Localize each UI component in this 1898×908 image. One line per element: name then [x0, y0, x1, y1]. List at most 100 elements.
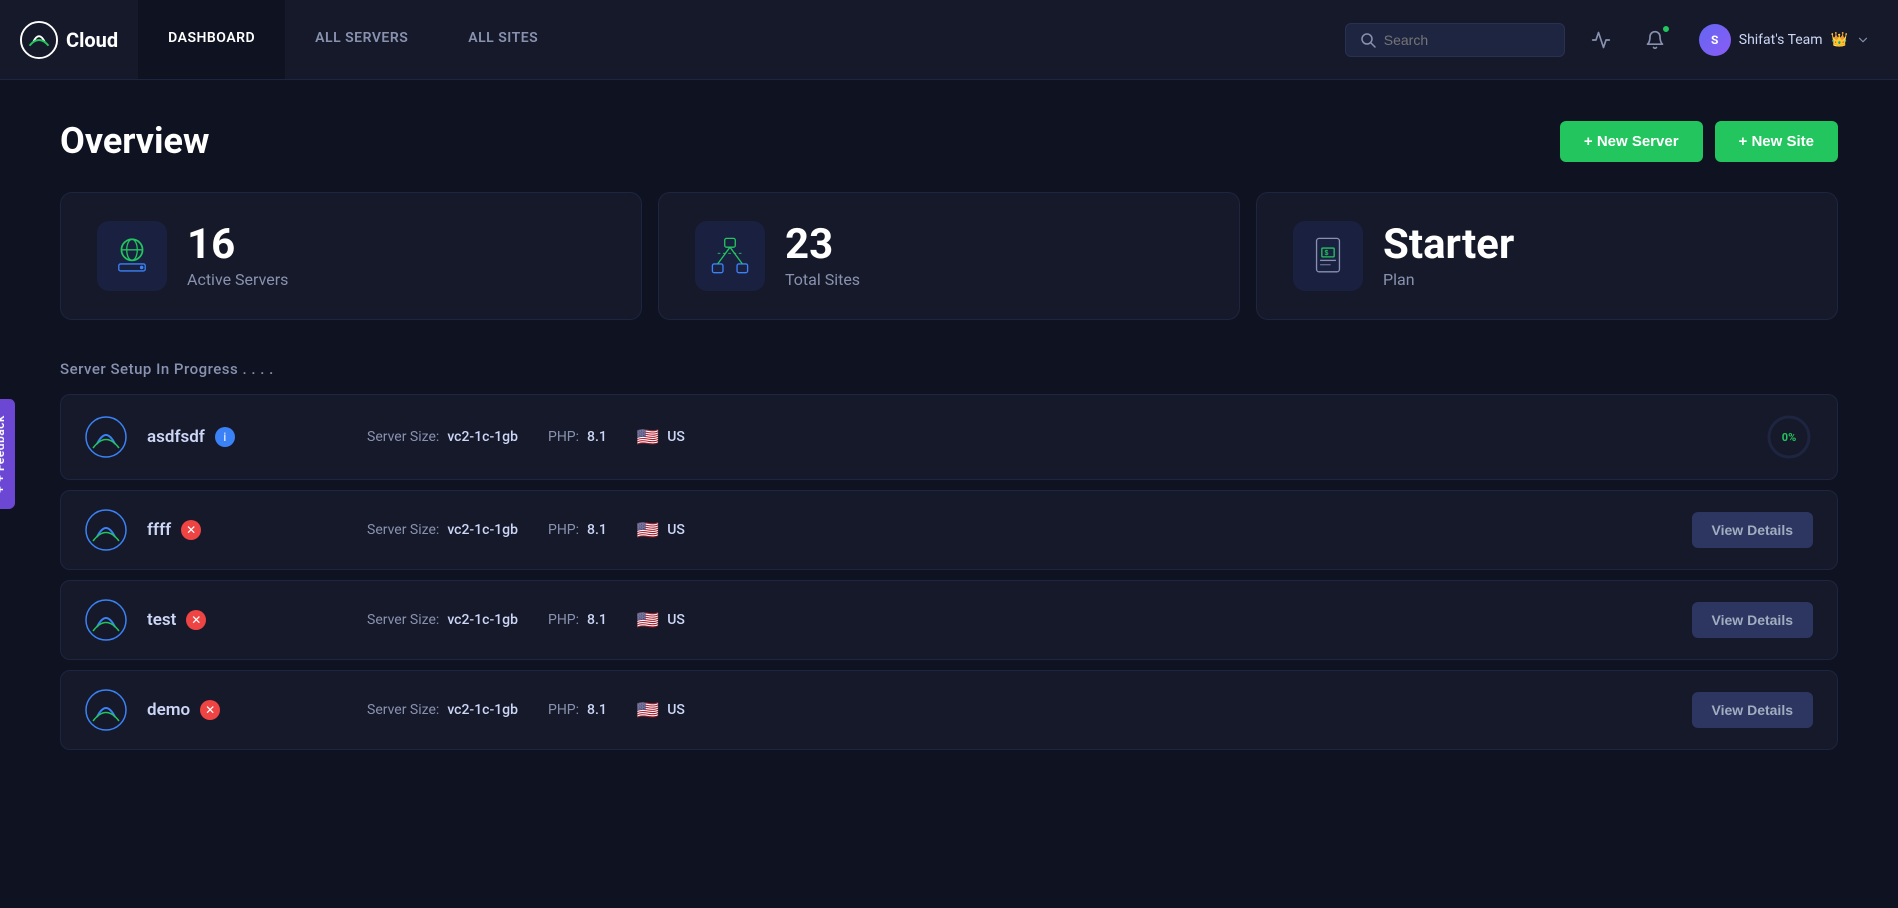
main-content: Overview + New Server + New Site	[0, 80, 1898, 790]
stat-info-sites: 23 Total Sites	[785, 224, 860, 289]
search-input[interactable]	[1384, 32, 1550, 48]
network-icon	[708, 234, 752, 278]
php-label: PHP:	[548, 522, 579, 538]
stat-label-servers: Active Servers	[187, 270, 288, 289]
tab-all-servers[interactable]: ALL SERVERS	[285, 0, 438, 79]
feedback-tab[interactable]: + + Feedback	[0, 399, 15, 509]
server-size-item: Server Size: vc2-1c-1gb	[367, 612, 518, 628]
new-site-label: + New Site	[1739, 133, 1814, 150]
server-size-value: vc2-1c-1gb	[447, 429, 518, 445]
stat-info-servers: 16 Active Servers	[187, 224, 288, 289]
php-item: PHP: 8.1	[548, 429, 607, 445]
stat-icon-servers	[97, 221, 167, 291]
region-value: US	[667, 522, 685, 538]
server-row: ffff ✕ Server Size: vc2-1c-1gb PHP: 8.1 …	[60, 490, 1838, 570]
nav-right: S Shifat's Team 👑	[1345, 20, 1878, 60]
server-name-area: asdfsdf i	[147, 427, 347, 447]
feedback-label: + Feedback	[0, 415, 7, 482]
server-logo-icon	[85, 599, 127, 641]
php-item: PHP: 8.1	[548, 522, 607, 538]
feedback-plus-icon: +	[0, 486, 7, 493]
server-name: ffff	[147, 520, 171, 540]
php-item: PHP: 8.1	[548, 702, 607, 718]
server-action-progress: 0%	[1765, 413, 1813, 461]
region-item: 🇺🇸 US	[637, 610, 685, 631]
chevron-down-icon	[1856, 33, 1870, 47]
flag-icon: 🇺🇸	[637, 520, 659, 541]
search-box[interactable]	[1345, 23, 1565, 57]
server-size-value: vc2-1c-1gb	[447, 612, 518, 628]
region-item: 🇺🇸 US	[637, 520, 685, 541]
receipt-icon: $	[1306, 234, 1350, 278]
server-logo-icon	[85, 416, 127, 458]
crown-icon: 👑	[1831, 32, 1848, 48]
php-label: PHP:	[548, 429, 579, 445]
server-meta: Server Size: vc2-1c-1gb PHP: 8.1 🇺🇸 US	[367, 610, 1672, 631]
new-server-label: + New Server	[1584, 133, 1679, 150]
svg-text:$: $	[1324, 250, 1328, 257]
stat-info-plan: Starter Plan	[1383, 224, 1514, 289]
stat-number-plan: Starter	[1383, 224, 1514, 266]
server-action-view: View Details	[1692, 692, 1813, 728]
flag-icon: 🇺🇸	[637, 700, 659, 721]
server-name-area: ffff ✕	[147, 520, 347, 540]
php-item: PHP: 8.1	[548, 612, 607, 628]
server-action-view: View Details	[1692, 602, 1813, 638]
server-name: asdfsdf	[147, 427, 205, 447]
server-name-area: test ✕	[147, 610, 347, 630]
new-site-button[interactable]: + New Site	[1715, 121, 1838, 162]
server-size-label: Server Size:	[367, 702, 439, 718]
tab-dashboard[interactable]: DASHBOARD	[138, 0, 285, 79]
region-item: 🇺🇸 US	[637, 700, 685, 721]
stat-card-total-sites: 23 Total Sites	[658, 192, 1240, 320]
server-name: demo	[147, 700, 190, 720]
php-label: PHP:	[548, 612, 579, 628]
view-details-button[interactable]: View Details	[1692, 692, 1813, 728]
stat-label-sites: Total Sites	[785, 270, 860, 289]
php-value: 8.1	[587, 612, 607, 628]
server-name: test	[147, 610, 176, 630]
view-details-button[interactable]: View Details	[1692, 512, 1813, 548]
team-name: Shifat's Team	[1739, 32, 1823, 48]
search-icon	[1360, 32, 1376, 48]
notifications-button[interactable]	[1637, 22, 1673, 58]
nav-tabs: DASHBOARD ALL SERVERS ALL SITES	[138, 0, 568, 79]
logo[interactable]: Cloud	[20, 21, 118, 59]
status-icon-info: i	[215, 427, 235, 447]
stat-card-plan: $ Starter Plan	[1256, 192, 1838, 320]
team-selector[interactable]: S Shifat's Team 👑	[1691, 20, 1878, 60]
flag-icon: 🇺🇸	[637, 427, 659, 448]
progress-circle: 0%	[1765, 413, 1813, 461]
stat-number-servers: 16	[187, 224, 288, 266]
server-row: test ✕ Server Size: vc2-1c-1gb PHP: 8.1 …	[60, 580, 1838, 660]
navbar: Cloud DASHBOARD ALL SERVERS ALL SITES	[0, 0, 1898, 80]
logo-icon	[20, 21, 58, 59]
activity-button[interactable]	[1583, 22, 1619, 58]
server-size-label: Server Size:	[367, 522, 439, 538]
status-icon-error: ✕	[200, 700, 220, 720]
page-header: Overview + New Server + New Site	[60, 120, 1838, 162]
php-value: 8.1	[587, 429, 607, 445]
tab-all-sites[interactable]: ALL SITES	[438, 0, 568, 79]
php-value: 8.1	[587, 522, 607, 538]
avatar: S	[1699, 24, 1731, 56]
server-meta: Server Size: vc2-1c-1gb PHP: 8.1 🇺🇸 US	[367, 427, 1745, 448]
region-value: US	[667, 429, 685, 445]
server-row: asdfsdf i Server Size: vc2-1c-1gb PHP: 8…	[60, 394, 1838, 480]
status-icon-error: ✕	[186, 610, 206, 630]
logo-text: Cloud	[66, 28, 118, 52]
stat-card-active-servers: 16 Active Servers	[60, 192, 642, 320]
stats-grid: 16 Active Servers 23 Total Sites	[60, 192, 1838, 320]
server-logo-icon	[85, 689, 127, 731]
region-item: 🇺🇸 US	[637, 427, 685, 448]
server-size-label: Server Size:	[367, 612, 439, 628]
page-title: Overview	[60, 120, 209, 162]
server-name-area: demo ✕	[147, 700, 347, 720]
server-row: demo ✕ Server Size: vc2-1c-1gb PHP: 8.1 …	[60, 670, 1838, 750]
new-server-button[interactable]: + New Server	[1560, 121, 1703, 162]
server-size-label: Server Size:	[367, 429, 439, 445]
setup-section-title: Server Setup In Progress . . . .	[60, 360, 1838, 378]
stat-label-plan: Plan	[1383, 270, 1514, 289]
stat-icon-sites	[695, 221, 765, 291]
view-details-button[interactable]: View Details	[1692, 602, 1813, 638]
